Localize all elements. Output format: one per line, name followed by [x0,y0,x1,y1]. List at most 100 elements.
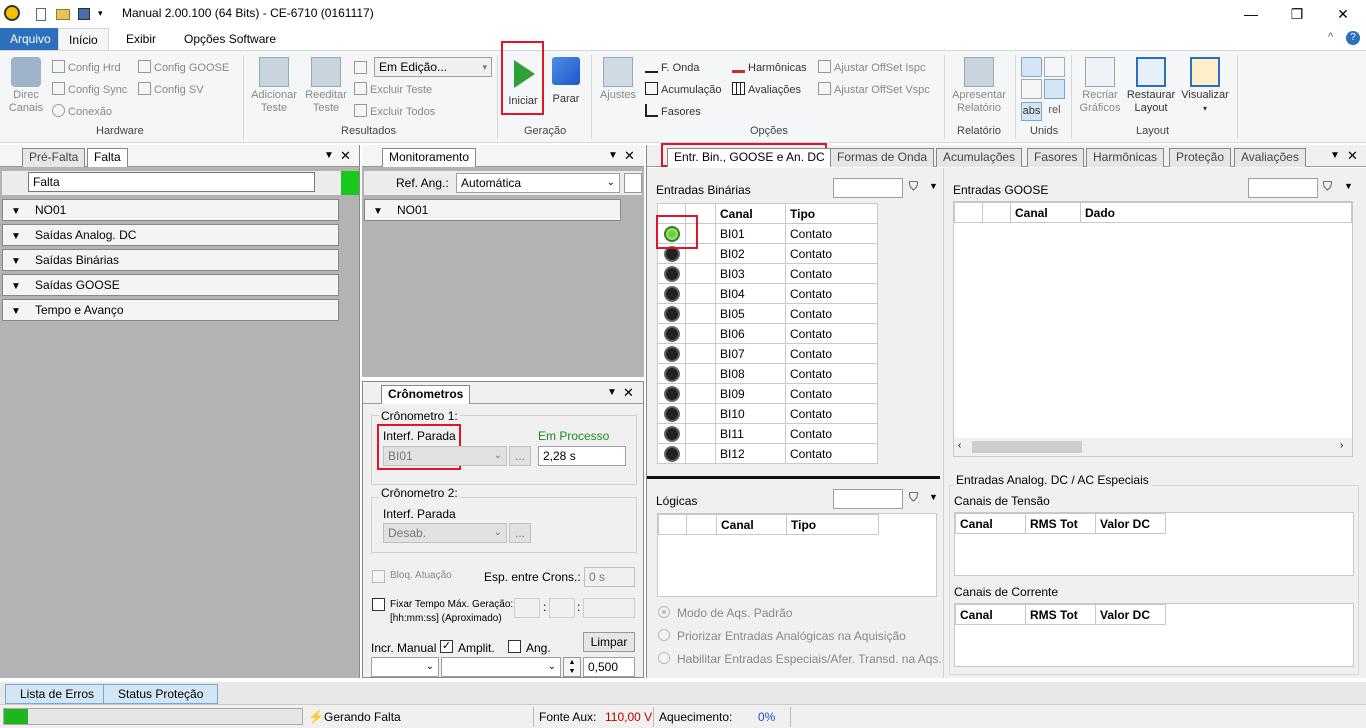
table-row[interactable]: BI04 Contato [657,283,878,304]
step-spinner-icon[interactable]: ▲ ▼ [563,657,581,677]
section-tempo-avanco[interactable]: ▼ Tempo e Avanço [2,299,339,321]
fixar-seconds[interactable] [583,598,635,618]
tab-lista-erros[interactable]: Lista de Erros [5,684,110,704]
config-hrd-button[interactable]: Config Hrd [52,60,121,75]
save-icon[interactable] [78,8,90,20]
filter-dropdown-icon[interactable]: ▼ [929,181,938,191]
pane-menu-icon[interactable]: ▼ [608,148,618,164]
incr-select-1[interactable]: ⌄ [371,657,439,677]
table-row[interactable]: BI06 Contato [657,323,878,344]
pane-close-icon[interactable]: ✕ [623,385,634,401]
tab-falta[interactable]: Falta [87,148,128,167]
table-row[interactable]: BI05 Contato [657,303,878,324]
restaurar-layout-button[interactable]: Restaurar Layout [1124,57,1178,115]
section-saidas-goose[interactable]: ▼ Saídas GOOSE [2,274,339,296]
minimize-button[interactable]: — [1228,0,1274,28]
pane-menu-icon[interactable]: ▼ [1330,148,1340,164]
direc-canais-button[interactable]: Direc Canais [4,57,48,115]
table-row[interactable]: BI09 Contato [657,383,878,404]
acumulacao-button[interactable]: Acumulação [645,82,722,97]
logicas-filter-field[interactable] [833,489,903,509]
radio-habilitar[interactable] [658,652,670,664]
primary-units-icon[interactable] [1021,79,1042,99]
c1-time-field[interactable]: 2,28 s [538,446,626,466]
tab-status-protecao[interactable]: Status Proteção [103,684,219,704]
table-row[interactable]: BI03 Contato [657,263,878,284]
radio-modo-padrao[interactable] [658,606,670,618]
parar-button[interactable]: Parar [548,57,584,106]
table-row[interactable]: BI12 Contato [657,443,878,464]
fixar-minutes[interactable] [549,598,575,618]
table-row[interactable]: BI11 Contato [657,423,878,444]
config-sync-button[interactable]: Config Sync [52,82,127,97]
filter-dropdown-icon[interactable]: ▼ [929,492,938,502]
tab-inicio[interactable]: Início [58,28,109,50]
bin-filter-field[interactable] [833,178,903,198]
apresentar-relatorio-button[interactable]: Apresentar Relatório [948,57,1010,115]
scroll-thumb[interactable] [972,441,1082,453]
fixar-checkbox[interactable] [372,598,385,611]
goose-filter-field[interactable] [1248,178,1318,198]
conexao-button[interactable]: Conexão [52,104,112,119]
abs-units-button[interactable]: abs [1021,102,1042,121]
section-no01[interactable]: ▼ NO01 [2,199,339,221]
restore-button[interactable]: ❐ [1274,0,1320,28]
tab-cronometros[interactable]: Crônometros [381,385,471,404]
reeditar-teste-button[interactable]: Reeditar Teste [302,57,350,115]
tab-protecao[interactable]: Proteção [1169,148,1232,167]
adicionar-teste-button[interactable]: Adicionar Teste [247,57,301,115]
falta-name-field[interactable]: Falta [28,172,315,192]
amplit-checkbox[interactable]: ✓ [440,640,453,653]
pane-menu-icon[interactable]: ▼ [324,148,334,164]
c2-channel-select[interactable]: Desab. ⌄ [383,523,507,543]
scroll-right-icon[interactable]: › [1340,440,1343,451]
ajustar-vspc-button[interactable]: Ajustar OffSet Vspc [818,82,930,97]
tab-acumulacoes[interactable]: Acumulações [936,148,1023,167]
table-row[interactable]: BI10 Contato [657,403,878,424]
incr-select-2[interactable]: ⌄ [441,657,561,677]
limpar-button[interactable]: Limpar [583,632,635,652]
esp-field[interactable]: 0 s [584,567,635,587]
rel-units-button[interactable]: rel [1044,102,1065,121]
table-row[interactable]: BI08 Contato [657,363,878,384]
filter-icon[interactable]: ⛉ [909,179,918,194]
harmonicas-button[interactable]: Harmônicas [732,60,807,75]
tab-arquivo[interactable]: Arquivo [0,28,61,50]
pane-close-icon[interactable]: ✕ [340,148,351,164]
secondary-units-icon[interactable] [1044,79,1065,99]
section-saidas-binarias[interactable]: ▼ Saídas Binárias [2,249,339,271]
tab-entr-bin[interactable]: Entr. Bin., GOOSE e An. DC [667,148,832,167]
ajustes-button[interactable]: Ajustes [596,57,640,102]
ajustar-ispc-button[interactable]: Ajustar OffSet Ispc [818,60,926,75]
f-onda-button[interactable]: F. Onda [645,60,700,75]
c1-channel-select[interactable]: BI01 ⌄ [383,446,507,466]
tab-pre-falta[interactable]: Pré-Falta [22,148,86,167]
scroll-left-icon[interactable]: ‹ [958,440,961,451]
filter-icon[interactable]: ⛉ [909,490,918,505]
section-saidas-analog-dc[interactable]: ▼ Saídas Analog. DC [2,224,339,246]
avaliacoes-button[interactable]: Avaliações [732,82,801,97]
fixar-hours[interactable] [514,598,540,618]
pane-close-icon[interactable]: ✕ [1347,148,1358,164]
ang-checkbox[interactable] [508,640,521,653]
fasores-button[interactable]: Fasores [645,104,701,119]
c2-ellipsis-button[interactable]: ... [509,523,531,543]
test-status-select[interactable]: Em Edição... ▾ [374,57,492,77]
quick-access-dropdown-icon[interactable]: ▾ [98,8,103,19]
section-no01[interactable]: ▼ NO01 [364,199,621,221]
c1-ellipsis-button[interactable]: ... [509,446,531,466]
radio-priorizar[interactable] [658,629,670,641]
iniciar-button[interactable]: Iniciar [503,57,543,108]
table-row[interactable]: BI07 Contato [657,343,878,364]
filter-dropdown-icon[interactable]: ▼ [1344,181,1353,191]
close-button[interactable]: ✕ [1320,0,1366,28]
time-units-icon[interactable] [1021,57,1042,77]
tab-fasores[interactable]: Fasores [1027,148,1085,167]
collapse-ribbon-icon[interactable]: ^ [1328,31,1333,43]
excluir-todos-button[interactable]: Excluir Todos [354,104,435,119]
config-goose-button[interactable]: Config GOOSE [138,60,229,75]
tab-monitoramento[interactable]: Monitoramento [382,148,477,167]
filter-icon[interactable]: ⛉ [1323,179,1332,194]
step-field[interactable]: 0,500 [583,657,635,677]
tab-exibir[interactable]: Exibir [116,28,166,50]
